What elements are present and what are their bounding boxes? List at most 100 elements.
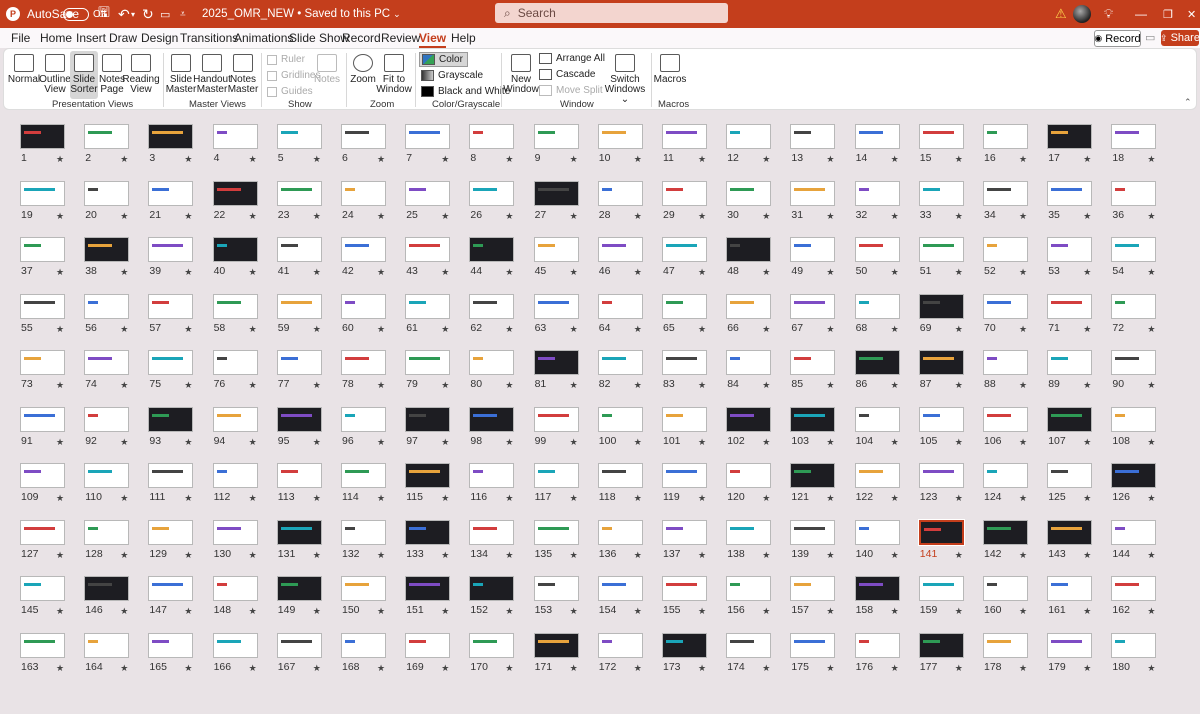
transition-star-icon[interactable]: ★ [1147,211,1155,222]
zoom-button[interactable]: Zoom [350,53,376,85]
slide-thumbnail[interactable] [726,293,772,319]
slide-thumbnail[interactable] [341,406,386,432]
transition-star-icon[interactable]: ★ [1019,324,1027,335]
transition-star-icon[interactable]: ★ [56,437,64,448]
gridlines-checkbox[interactable]: Gridlines [267,70,320,81]
slide-thumbnail[interactable] [469,237,515,262]
transition-star-icon[interactable]: ★ [313,606,321,617]
slide-thumbnail[interactable] [918,180,964,206]
transition-star-icon[interactable]: ★ [1083,267,1091,278]
slide-thumbnail[interactable] [662,406,707,432]
slide-thumbnail[interactable] [918,632,964,658]
transition-star-icon[interactable]: ★ [505,550,513,561]
transition-star-icon[interactable]: ★ [698,211,706,222]
slide-thumbnail[interactable] [148,576,194,601]
slide-thumbnail[interactable] [212,576,258,601]
transition-star-icon[interactable]: ★ [120,437,128,448]
slide-thumbnail[interactable] [983,463,1028,488]
transition-star-icon[interactable]: ★ [56,211,64,222]
transition-star-icon[interactable]: ★ [891,663,899,674]
transition-star-icon[interactable]: ★ [377,606,385,617]
slide-thumbnail[interactable] [405,576,451,601]
slide-thumbnail[interactable] [533,350,579,375]
switch-windows-button[interactable]: Switch Windows ⌄ [604,53,646,105]
tab-transitions[interactable]: Transitions [180,30,238,46]
slide-thumbnail[interactable] [469,293,515,319]
slide-thumbnail[interactable] [212,519,258,545]
transition-star-icon[interactable]: ★ [505,606,513,617]
transition-star-icon[interactable]: ★ [1019,380,1027,391]
slide-thumbnail[interactable] [918,124,964,149]
slide-thumbnail[interactable] [148,180,194,206]
transition-star-icon[interactable]: ★ [56,550,64,561]
slide-thumbnail[interactable] [597,632,643,658]
slide-thumbnail[interactable] [20,632,65,658]
transition-star-icon[interactable]: ★ [313,663,321,674]
transition-star-icon[interactable]: ★ [1083,606,1091,617]
transition-star-icon[interactable]: ★ [1083,324,1091,335]
slide-thumbnail[interactable] [20,180,65,206]
guides-checkbox[interactable]: Guides [267,86,313,97]
slide-thumbnail[interactable] [469,124,515,149]
transition-star-icon[interactable]: ★ [441,437,449,448]
slide-thumbnail[interactable] [854,180,900,206]
transition-star-icon[interactable]: ★ [826,211,834,222]
slide-thumbnail[interactable] [1047,463,1093,488]
transition-star-icon[interactable]: ★ [570,211,578,222]
transition-star-icon[interactable]: ★ [505,154,513,165]
slide-thumbnail[interactable] [469,576,515,601]
transition-star-icon[interactable]: ★ [634,550,642,561]
transition-star-icon[interactable]: ★ [1147,606,1155,617]
slide-thumbnail[interactable] [790,463,836,488]
slide-thumbnail[interactable] [212,180,258,206]
slide-thumbnail[interactable] [148,632,194,658]
transition-star-icon[interactable]: ★ [249,380,257,391]
slide-thumbnail[interactable] [854,237,900,262]
transition-star-icon[interactable]: ★ [249,493,257,504]
tab-design[interactable]: Design [141,30,178,46]
cascade-button[interactable]: Cascade [539,69,595,80]
slide-thumbnail[interactable] [84,576,130,601]
slide-thumbnail[interactable] [1111,576,1157,601]
transition-star-icon[interactable]: ★ [1083,154,1091,165]
slide-thumbnail[interactable] [341,124,386,149]
slide-thumbnail[interactable] [469,350,515,375]
transition-star-icon[interactable]: ★ [377,324,385,335]
undo-icon[interactable]: ↶ [118,0,130,28]
transition-star-icon[interactable]: ★ [249,211,257,222]
slide-thumbnail[interactable] [20,519,65,545]
slide-thumbnail[interactable] [918,350,964,375]
transition-star-icon[interactable]: ★ [570,380,578,391]
slide-thumbnail[interactable] [84,519,130,545]
slide-thumbnail[interactable] [726,180,772,206]
transition-star-icon[interactable]: ★ [570,154,578,165]
transition-star-icon[interactable]: ★ [891,606,899,617]
slide-thumbnail[interactable] [597,350,643,375]
transition-star-icon[interactable]: ★ [762,267,770,278]
black-white-button[interactable]: Black and White [421,86,510,97]
transition-star-icon[interactable]: ★ [120,267,128,278]
slide-thumbnail[interactable] [983,576,1028,601]
transition-star-icon[interactable]: ★ [570,606,578,617]
redo-icon[interactable]: ↻ [142,0,154,28]
transition-star-icon[interactable]: ★ [505,324,513,335]
transition-star-icon[interactable]: ★ [120,550,128,561]
transition-star-icon[interactable]: ★ [570,493,578,504]
slide-thumbnail[interactable] [662,237,707,262]
collapse-ribbon-icon[interactable]: ⌃ [1184,97,1192,108]
warning-icon[interactable]: ⚠ [1055,0,1067,28]
slide-thumbnail[interactable] [341,519,386,545]
tab-home[interactable]: Home [40,30,72,46]
slide-thumbnail[interactable] [20,576,65,601]
grayscale-button[interactable]: Grayscale [421,70,483,81]
slide-thumbnail[interactable] [1047,406,1093,432]
slide-thumbnail[interactable] [1047,632,1093,658]
slide-thumbnail[interactable] [405,293,451,319]
slide-thumbnail[interactable] [662,293,707,319]
transition-star-icon[interactable]: ★ [570,267,578,278]
slide-thumbnail[interactable] [341,463,386,488]
slide-thumbnail[interactable] [533,519,579,545]
transition-star-icon[interactable]: ★ [184,606,192,617]
transition-star-icon[interactable]: ★ [184,324,192,335]
slide-thumbnail[interactable] [790,180,836,206]
